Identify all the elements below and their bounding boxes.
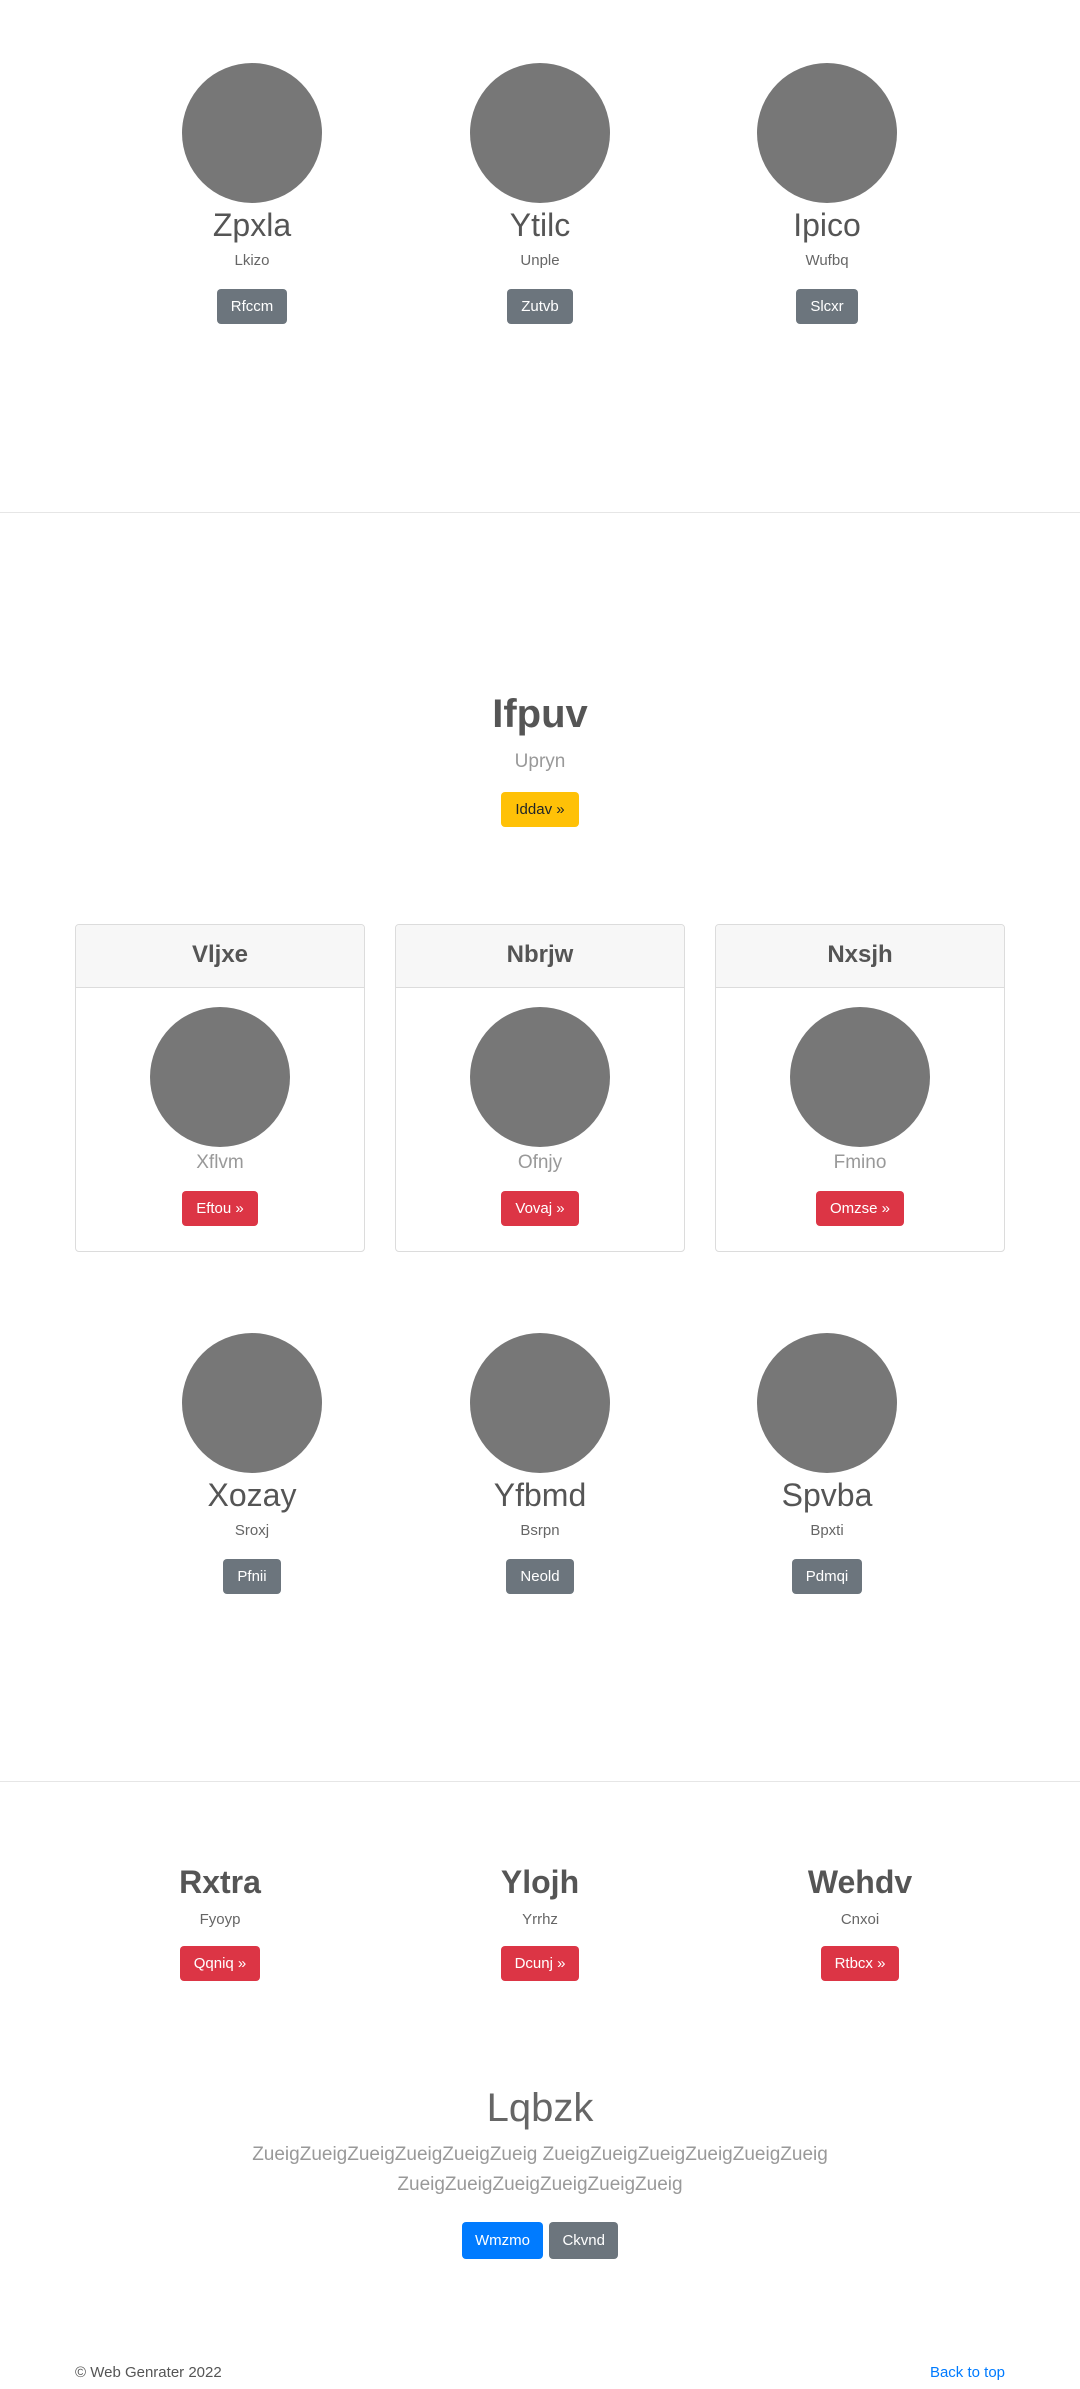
copyright-text: © Web Genrater 2022 [75,2364,222,2381]
section-divider [0,1781,1080,1782]
team-member: Zpxla Lkizo Rfccm [152,63,352,324]
member-name: Zpxla [212,207,292,243]
avatar [757,63,897,203]
feature-title: Wehdv [807,1864,913,1900]
card-body: Xflvm Eftou » [76,988,364,1226]
card-header: Nxsjh [716,925,1004,988]
member-role: Bsrpn [520,1522,560,1539]
team-member: Ipico Wufbq Slcxr [727,63,927,324]
card-button[interactable]: Omzse » [815,1191,904,1226]
avatar [182,63,322,203]
card-body: Ofnjy Vovaj » [396,988,684,1226]
member-name: Ytilc [509,207,571,243]
feature: Wehdv Cnxoi Rtbcx » [730,1862,990,1981]
member-name: Spvba [781,1477,873,1513]
card-text: Fmino [833,1152,887,1173]
member-button[interactable]: Pfnii [223,1559,281,1594]
member-role: Lkizo [234,252,270,269]
feature-button[interactable]: Qqniq » [179,1946,261,1981]
member-name: Yfbmd [493,1477,587,1513]
member-role: Sroxj [234,1522,270,1539]
hero-button[interactable]: Iddav » [501,792,579,827]
cta-text: ZueigZueigZueigZueigZueigZueig ZueigZuei… [252,2144,828,2195]
team-member: Xozay Sroxj Pfnii [152,1333,352,1594]
card: Nbrjw Ofnjy Vovaj » [395,924,685,1252]
team-member: Spvba Bpxti Pdmqi [727,1333,927,1594]
feature-button[interactable]: Rtbcx » [820,1946,900,1981]
hero-subtitle: Upryn [514,751,566,772]
member-button[interactable]: Neold [506,1559,574,1594]
card: Vljxe Xflvm Eftou » [75,924,365,1252]
card-image [790,1007,930,1147]
member-name: Ipico [793,207,861,243]
card-image [470,1007,610,1147]
hero-title: Ifpuv [492,692,588,736]
avatar [757,1333,897,1473]
card-button[interactable]: Vovaj » [501,1191,579,1226]
member-button[interactable]: Pdmqi [791,1559,863,1594]
feature-button[interactable]: Dcunj » [500,1946,580,1981]
member-button[interactable]: Zutvb [507,289,573,324]
member-name: Xozay [207,1477,297,1513]
feature-title: Ylojh [500,1864,580,1900]
member-button[interactable]: Slcxr [796,289,858,324]
section-divider [0,512,1080,513]
cta-section: Lqbzk ZueigZueigZueigZueigZueigZueig Zue… [0,2084,1080,2259]
back-to-top-link[interactable]: Back to top [930,2364,1005,2381]
card-image [150,1007,290,1147]
feature: Ylojh Yrrhz Dcunj » [410,1862,670,1981]
member-role: Wufbq [805,252,849,269]
avatar [470,63,610,203]
card-header: Vljxe [76,925,364,988]
feature-title: Rxtra [179,1864,261,1900]
cta-primary-button[interactable]: Wmzmo [462,2222,543,2259]
avatar [182,1333,322,1473]
cta-secondary-button[interactable]: Ckvnd [549,2222,618,2259]
cta-buttons: Wmzmo Ckvnd [0,2222,1080,2259]
card-body: Fmino Omzse » [716,988,1004,1226]
member-role: Unple [520,252,560,269]
card-text: Xflvm [196,1152,244,1173]
cta-title: Lqbzk [486,2086,594,2130]
feature: Rxtra Fyoyp Qqniq » [90,1862,350,1981]
team-member: Ytilc Unple Zutvb [440,63,640,324]
card-button[interactable]: Eftou » [182,1191,258,1226]
card: Nxsjh Fmino Omzse » [715,924,1005,1252]
feature-subtitle: Cnxoi [840,1911,880,1928]
member-button[interactable]: Rfccm [216,289,288,324]
card-header: Nbrjw [396,925,684,988]
card-text: Ofnjy [517,1152,563,1173]
footer: © Web Genrater 2022 Back to top [75,2364,1005,2388]
team-member: Yfbmd Bsrpn Neold [440,1333,640,1594]
hero-section: Ifpuv Upryn Iddav » [0,690,1080,827]
feature-subtitle: Yrrhz [522,1911,558,1928]
feature-subtitle: Fyoyp [199,1911,241,1928]
member-role: Bpxti [810,1522,844,1539]
avatar [470,1333,610,1473]
